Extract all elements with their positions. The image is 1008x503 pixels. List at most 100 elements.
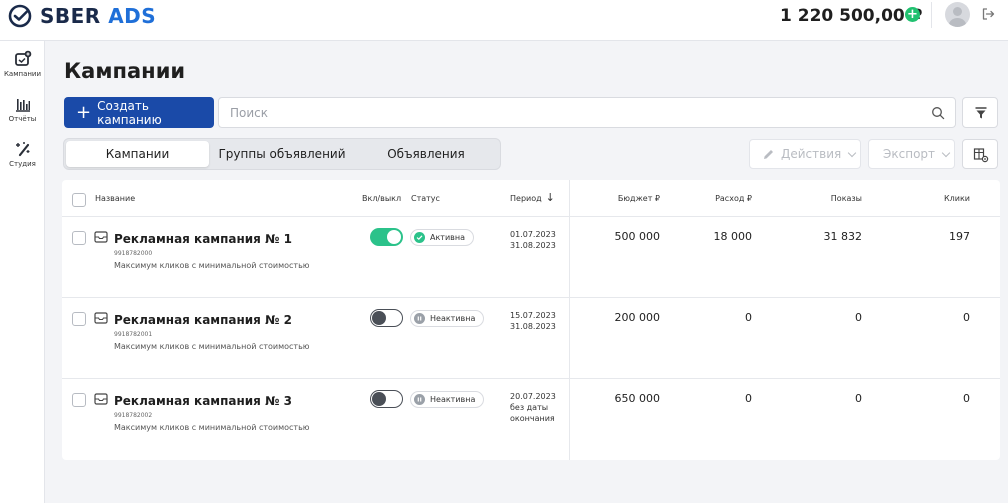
- period-extra: окончания: [510, 414, 555, 423]
- spend-value: 18 000: [713, 230, 753, 243]
- bar-chart-icon: [15, 99, 30, 112]
- sidebar-item-studio[interactable]: Студия: [0, 140, 45, 168]
- toggle-knob: [372, 391, 386, 406]
- top-up-balance-button[interactable]: +: [905, 7, 920, 22]
- header-period[interactable]: Период ↓: [510, 191, 555, 204]
- sidebar-item-label: Кампании: [3, 70, 42, 78]
- header-clicks[interactable]: Клики: [912, 194, 970, 203]
- select-all-checkbox[interactable]: [72, 193, 86, 207]
- budget-value: 650 000: [614, 392, 661, 405]
- tab-ad-groups[interactable]: Группы объявлений: [212, 141, 352, 167]
- period-end: без даты: [510, 403, 549, 412]
- table-row[interactable]: Рекламная кампания № 2 9918782001 Максим…: [62, 298, 1000, 379]
- page-title: Кампании: [64, 59, 186, 83]
- sber-logo-icon: [8, 4, 32, 28]
- status-badge: Неактивна: [410, 310, 485, 327]
- pencil-icon: [764, 149, 773, 159]
- sort-arrow-down-icon: ↓: [545, 191, 555, 204]
- header-status[interactable]: Статус: [411, 194, 440, 203]
- sber-ads-logo[interactable]: SBER ADS: [8, 4, 156, 28]
- filter-icon: [975, 107, 987, 119]
- impressions-value: 0: [855, 311, 862, 324]
- campaign-id: 9918782001: [114, 331, 153, 338]
- budget-value: 200 000: [614, 311, 661, 324]
- header-toggle: Вкл/выкл: [362, 194, 402, 203]
- budget-value: 500 000: [614, 230, 661, 243]
- campaign-strategy: Максимум кликов с минимальной стоимостью: [114, 342, 310, 351]
- campaign-toggle[interactable]: [370, 228, 403, 246]
- tab-campaigns[interactable]: Кампании: [66, 141, 209, 167]
- campaign-strategy: Максимум кликов с минимальной стоимостью: [114, 261, 310, 270]
- magic-wand-icon: [15, 142, 29, 157]
- view-tabs: Кампании Группы объявлений Объявления: [63, 138, 501, 170]
- logout-icon[interactable]: [981, 7, 995, 21]
- sidebar-item-campaigns[interactable]: Кампании: [0, 50, 45, 78]
- header-spend[interactable]: Расход ₽: [692, 194, 752, 203]
- spend-value: 0: [745, 311, 752, 324]
- campaign-type-icon: [94, 231, 108, 243]
- campaigns-table: Название Вкл/выкл Статус Период ↓ Бюджет …: [62, 180, 1000, 460]
- header-impressions[interactable]: Показы: [802, 194, 862, 203]
- export-dropdown[interactable]: Экспорт: [868, 139, 955, 169]
- row-checkbox[interactable]: [72, 231, 86, 245]
- campaign-period: 01.07.2023 31.08.2023: [510, 229, 570, 251]
- toggle-knob: [372, 310, 386, 325]
- actions-label: Действия: [781, 147, 842, 161]
- campaign-toggle[interactable]: [370, 309, 403, 327]
- user-avatar[interactable]: [945, 2, 970, 27]
- account-balance: 1 220 500,00 ₽: [780, 6, 923, 26]
- export-label: Экспорт: [883, 147, 936, 161]
- campaign-strategy: Максимум кликов с минимальной стоимостью: [114, 423, 310, 432]
- campaign-type-icon: [94, 312, 108, 324]
- search-input[interactable]: [219, 98, 899, 127]
- check-circle-icon: [414, 232, 425, 243]
- table-settings-icon: [973, 148, 989, 163]
- campaign-id: 9918782000: [114, 250, 153, 257]
- campaign-name[interactable]: Рекламная кампания № 1: [114, 232, 292, 246]
- table-row[interactable]: Рекламная кампания № 3 9918782002 Максим…: [62, 379, 1000, 460]
- sidebar-item-reports[interactable]: Отчёты: [0, 95, 45, 123]
- header-name[interactable]: Название: [95, 194, 135, 203]
- campaign-name[interactable]: Рекламная кампания № 2: [114, 313, 292, 327]
- sidebar-item-label: Студия: [9, 160, 36, 168]
- clicks-value: 197: [949, 230, 970, 243]
- create-campaign-button[interactable]: + Создать кампанию: [64, 97, 214, 128]
- row-checkbox[interactable]: [72, 393, 86, 407]
- pause-circle-icon: [414, 313, 425, 324]
- impressions-value: 31 832: [823, 230, 863, 243]
- chevron-down-icon: [941, 148, 951, 157]
- plus-icon: +: [76, 101, 92, 123]
- period-start: 15.07.2023: [510, 311, 556, 320]
- campaign-name[interactable]: Рекламная кампания № 3: [114, 394, 292, 408]
- campaign-type-icon: [94, 393, 108, 405]
- row-checkbox[interactable]: [72, 312, 86, 326]
- campaign-toggle[interactable]: [370, 390, 403, 408]
- campaign-id: 9918782002: [114, 412, 153, 419]
- table-row[interactable]: Рекламная кампания № 1 9918782000 Максим…: [62, 217, 1000, 298]
- header-period-label: Период: [510, 194, 542, 203]
- period-end: 31.08.2023: [510, 241, 556, 250]
- search-icon[interactable]: [931, 106, 945, 120]
- period-end: 31.08.2023: [510, 322, 556, 331]
- toggle-knob: [387, 230, 401, 244]
- filter-button[interactable]: [962, 97, 998, 128]
- sidebar: Кампании Отчёты Студия: [0, 41, 45, 503]
- status-badge: Активна: [410, 229, 475, 246]
- status-badge: Неактивна: [410, 391, 485, 408]
- campaign-add-icon: [14, 50, 31, 66]
- period-start: 20.07.2023: [510, 392, 556, 401]
- top-header: SBER ADS 1 220 500,00 ₽ +: [0, 0, 1008, 41]
- status-text: Неактивна: [430, 395, 476, 404]
- tab-ads[interactable]: Объявления: [356, 141, 496, 167]
- create-campaign-label: Создать кампанию: [97, 98, 162, 127]
- sidebar-item-label: Отчёты: [8, 115, 37, 123]
- status-text: Неактивна: [430, 314, 476, 323]
- clicks-value: 0: [963, 392, 970, 405]
- actions-dropdown[interactable]: Действия: [749, 139, 861, 169]
- header-budget[interactable]: Бюджет ₽: [602, 194, 660, 203]
- impressions-value: 0: [855, 392, 862, 405]
- header-divider: [931, 2, 932, 28]
- search-box: [218, 97, 956, 128]
- logo-text: SBER ADS: [40, 4, 157, 28]
- column-settings-button[interactable]: [962, 139, 998, 169]
